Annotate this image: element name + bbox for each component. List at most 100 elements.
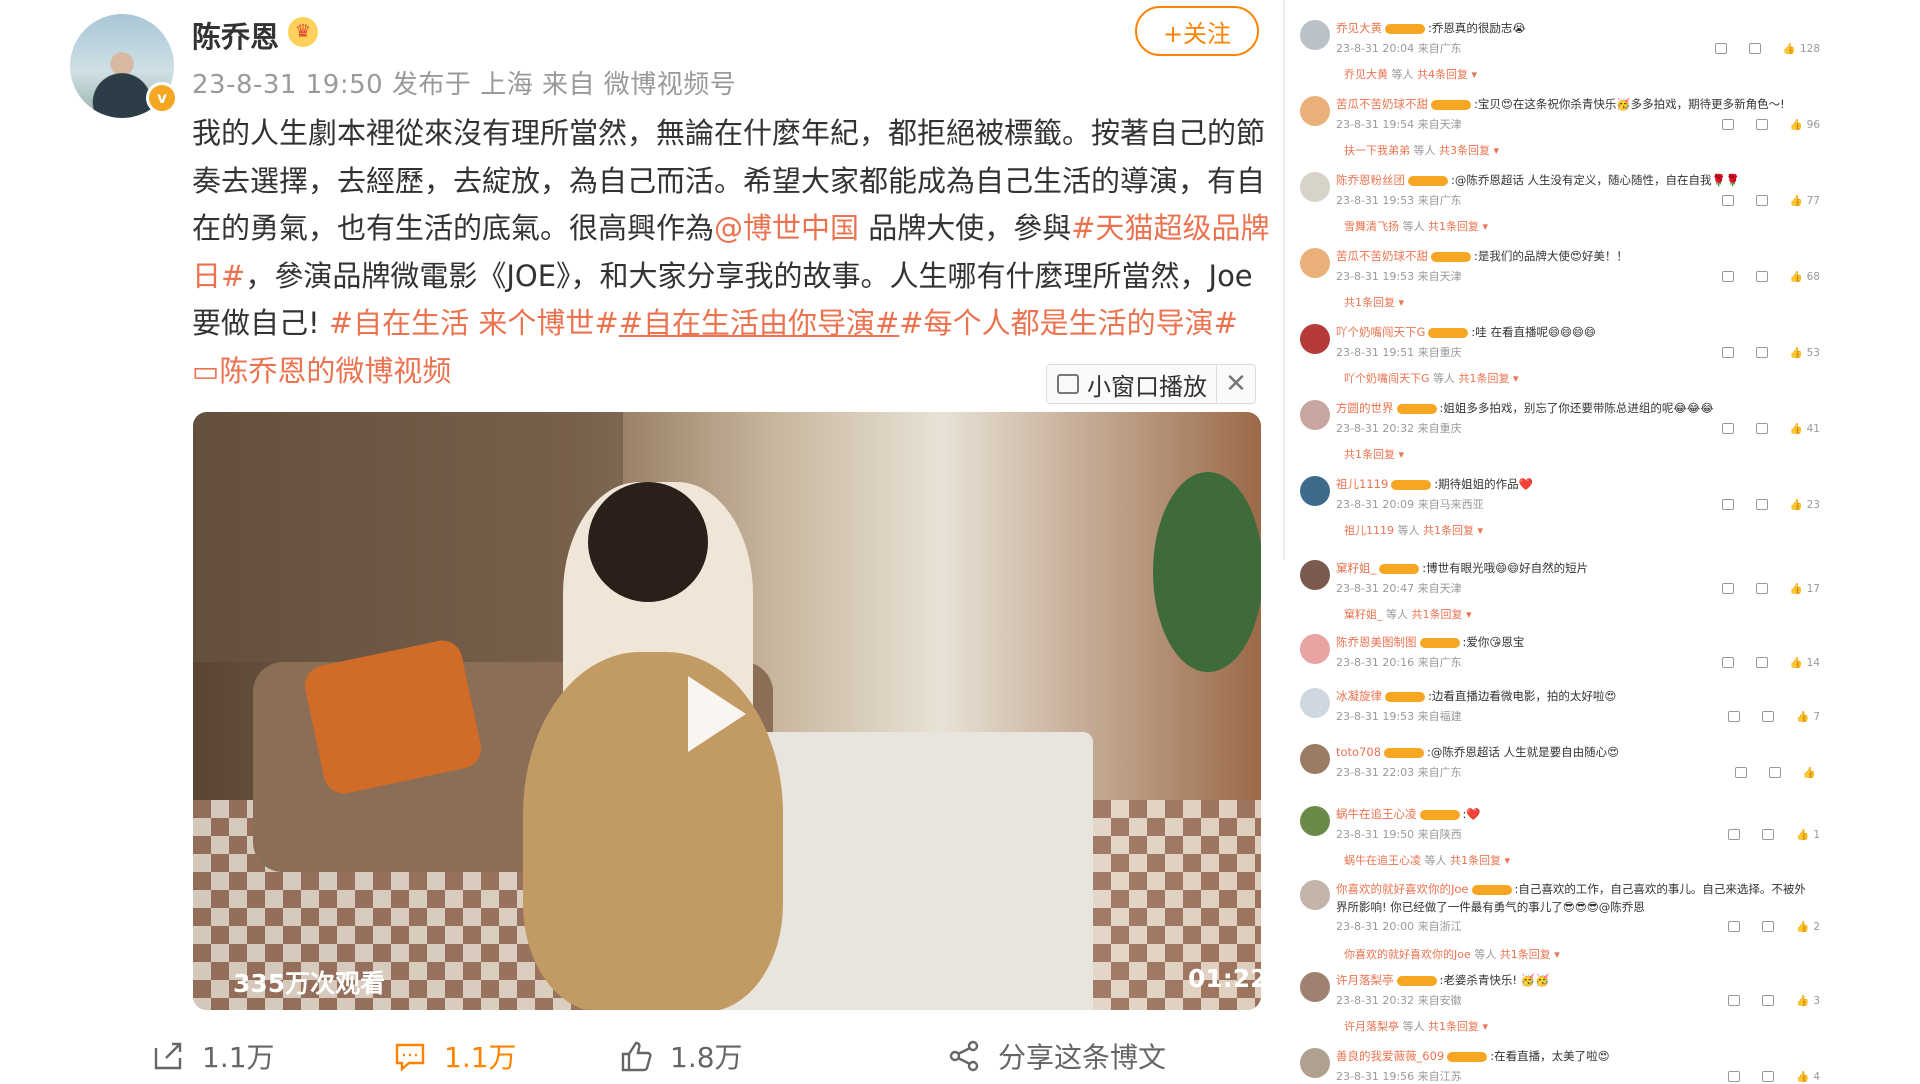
repost-icon[interactable] bbox=[1721, 195, 1734, 206]
commenter-name[interactable]: 你喜欢的就好喜欢你的Joe bbox=[1336, 882, 1469, 896]
reply-count[interactable]: 共1条回复 ▾ bbox=[1423, 524, 1483, 537]
comment-replies[interactable]: 共1条回复 ▾ bbox=[1344, 446, 1404, 462]
commenter-name[interactable]: 陈乔恩粉丝团 bbox=[1336, 173, 1405, 187]
repost-icon[interactable] bbox=[1721, 271, 1734, 282]
comment-icon[interactable] bbox=[1748, 43, 1761, 54]
repost-icon[interactable] bbox=[1721, 347, 1734, 358]
commenter-avatar[interactable] bbox=[1300, 96, 1330, 126]
comment-like[interactable]: 👍 4 bbox=[1796, 1070, 1820, 1084]
commenter-avatar[interactable] bbox=[1300, 400, 1330, 430]
comment-replies[interactable]: 共1条回复 ▾ bbox=[1344, 294, 1404, 310]
commenter-name[interactable]: 冰凝旋律 bbox=[1336, 689, 1382, 703]
reply-count[interactable]: 共1条回复 ▾ bbox=[1344, 448, 1404, 461]
comment-like[interactable]: 👍 17 bbox=[1790, 582, 1820, 596]
repost-icon[interactable] bbox=[1721, 423, 1734, 434]
comment-icon[interactable] bbox=[1762, 1071, 1775, 1082]
comment-icon[interactable] bbox=[1762, 921, 1775, 932]
like-button[interactable]: 1.8万 bbox=[618, 1036, 743, 1076]
reply-count[interactable]: 共1条回复 ▾ bbox=[1428, 220, 1488, 233]
author-name[interactable]: 陈乔恩 bbox=[192, 14, 279, 56]
comment-icon[interactable] bbox=[1755, 583, 1768, 594]
repost-button[interactable]: 1.1万 bbox=[150, 1036, 275, 1076]
reply-user[interactable]: 吖个奶嘴闯天下G bbox=[1344, 372, 1430, 385]
commenter-avatar[interactable] bbox=[1300, 688, 1330, 718]
repost-icon[interactable] bbox=[1728, 829, 1741, 840]
comment-replies[interactable]: 雪舞清飞扬 等人 共1条回复 ▾ bbox=[1344, 218, 1488, 234]
reply-user[interactable]: 扶一下我弟弟 bbox=[1344, 144, 1410, 157]
comment-like[interactable]: 👍 2 bbox=[1796, 920, 1820, 934]
comment-like[interactable]: 👍 14 bbox=[1790, 656, 1820, 670]
repost-icon[interactable] bbox=[1721, 499, 1734, 510]
topic-link[interactable]: #自在生活 来个博世# bbox=[329, 306, 619, 340]
commenter-name[interactable]: 陈乔恩美图制图 bbox=[1336, 635, 1417, 649]
mini-player-label[interactable]: 小窗口播放 bbox=[1087, 367, 1207, 402]
commenter-name[interactable]: toto708 bbox=[1336, 745, 1381, 759]
commenter-avatar[interactable] bbox=[1300, 744, 1330, 774]
commenter-avatar[interactable] bbox=[1300, 880, 1330, 910]
commenter-name[interactable]: 许月落梨亭 bbox=[1336, 973, 1394, 987]
repost-icon[interactable] bbox=[1728, 921, 1741, 932]
comment-like[interactable]: 👍 7 bbox=[1796, 710, 1820, 724]
mention-link[interactable]: @博世中国 bbox=[714, 211, 859, 245]
reply-user[interactable]: 蜗牛在追王心凌 bbox=[1344, 854, 1421, 867]
reply-count[interactable]: 共3条回复 ▾ bbox=[1439, 144, 1499, 157]
comment-like[interactable]: 👍 96 bbox=[1790, 118, 1820, 132]
commenter-avatar[interactable] bbox=[1300, 1048, 1330, 1078]
share-button[interactable]: 分享这条博文 bbox=[946, 1036, 1166, 1076]
reply-user[interactable]: 你喜欢的就好喜欢你的Joe bbox=[1344, 948, 1471, 961]
comment-like[interactable]: 👍 77 bbox=[1790, 194, 1820, 208]
comment-icon[interactable] bbox=[1755, 119, 1768, 130]
repost-icon[interactable] bbox=[1721, 657, 1734, 668]
commenter-name[interactable]: 祖儿1119 bbox=[1336, 477, 1388, 491]
comment-icon[interactable] bbox=[1755, 347, 1768, 358]
commenter-name[interactable]: 方圆的世界 bbox=[1336, 401, 1394, 415]
comment-icon[interactable] bbox=[1755, 195, 1768, 206]
reply-count[interactable]: 共1条回复 ▾ bbox=[1428, 1020, 1488, 1033]
comment-icon[interactable] bbox=[1755, 423, 1768, 434]
mini-player-bar[interactable]: 小窗口播放 ✕ bbox=[1046, 364, 1256, 404]
repost-icon[interactable] bbox=[1728, 711, 1741, 722]
reply-count[interactable]: 共1条回复 ▾ bbox=[1450, 854, 1510, 867]
reply-user[interactable]: 雪舞清飞扬 bbox=[1344, 220, 1399, 233]
commenter-avatar[interactable] bbox=[1300, 248, 1330, 278]
comment-like[interactable]: 👍 1 bbox=[1796, 828, 1820, 842]
comment-icon[interactable] bbox=[1768, 767, 1781, 778]
play-icon[interactable] bbox=[688, 676, 746, 752]
comment-like[interactable]: 👍 3 bbox=[1796, 994, 1820, 1008]
repost-icon[interactable] bbox=[1721, 119, 1734, 130]
commenter-avatar[interactable] bbox=[1300, 476, 1330, 506]
comment-icon[interactable] bbox=[1762, 995, 1775, 1006]
comment-button[interactable]: 1.1万 bbox=[392, 1036, 517, 1076]
comment-replies[interactable]: 扶一下我弟弟 等人 共3条回复 ▾ bbox=[1344, 142, 1499, 158]
comment-replies[interactable]: 窠籽姐_ 等人 共1条回复 ▾ bbox=[1344, 606, 1472, 622]
reply-count[interactable]: 共1条回复 ▾ bbox=[1500, 948, 1560, 961]
comment-like[interactable]: 👍 41 bbox=[1790, 422, 1820, 436]
repost-icon[interactable] bbox=[1728, 1071, 1741, 1082]
commenter-name[interactable]: 善良的我爱薇薇_609 bbox=[1336, 1049, 1444, 1063]
commenter-avatar[interactable] bbox=[1300, 806, 1330, 836]
comment-icon[interactable] bbox=[1762, 711, 1775, 722]
commenter-name[interactable]: 窠籽姐_ bbox=[1336, 561, 1376, 575]
follow-button[interactable]: +关注 bbox=[1135, 6, 1259, 56]
reply-user[interactable]: 窠籽姐_ bbox=[1344, 608, 1383, 621]
commenter-name[interactable]: 吖个奶嘴闯天下G bbox=[1336, 325, 1425, 339]
repost-icon[interactable] bbox=[1714, 43, 1727, 54]
commenter-name[interactable]: 苦瓜不苦奶球不甜 bbox=[1336, 249, 1428, 263]
topic-link[interactable]: #自在生活由你导演# bbox=[619, 306, 900, 340]
comment-replies[interactable]: 吖个奶嘴闯天下G 等人 共1条回复 ▾ bbox=[1344, 370, 1519, 386]
commenter-avatar[interactable] bbox=[1300, 20, 1330, 50]
reply-user[interactable]: 许月落梨亭 bbox=[1344, 1020, 1399, 1033]
reply-count[interactable]: 共1条回复 ▾ bbox=[1344, 296, 1404, 309]
repost-icon[interactable] bbox=[1721, 583, 1734, 594]
comment-like[interactable]: 👍 23 bbox=[1790, 498, 1820, 512]
commenter-avatar[interactable] bbox=[1300, 172, 1330, 202]
comment-icon[interactable] bbox=[1755, 271, 1768, 282]
commenter-name[interactable]: 乔见大黄 bbox=[1336, 21, 1382, 35]
comment-replies[interactable]: 许月落梨亭 等人 共1条回复 ▾ bbox=[1344, 1018, 1488, 1034]
commenter-avatar[interactable] bbox=[1300, 560, 1330, 590]
reply-count[interactable]: 共1条回复 ▾ bbox=[1459, 372, 1519, 385]
commenter-name[interactable]: 苦瓜不苦奶球不甜 bbox=[1336, 97, 1428, 111]
reply-user[interactable]: 乔见大黄 bbox=[1344, 68, 1388, 81]
comment-icon[interactable] bbox=[1755, 657, 1768, 668]
comment-like[interactable]: 👍 bbox=[1803, 766, 1820, 779]
